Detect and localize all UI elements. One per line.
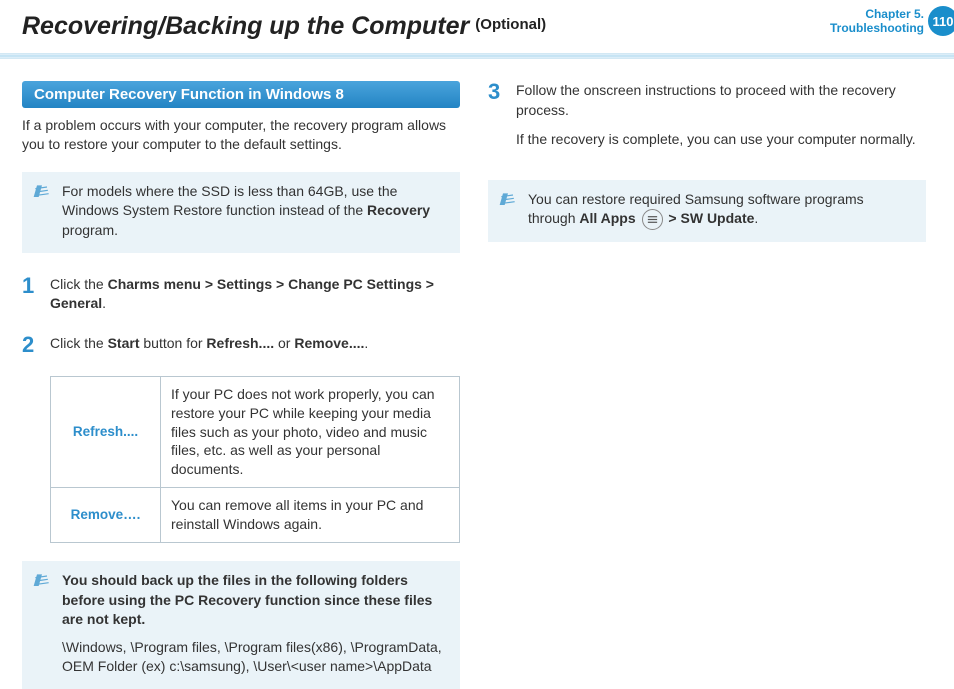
note-box-swupdate: You can restore required Samsung softwar… (488, 180, 926, 243)
note-backup-folders: \Windows, \Program files, \Program files… (62, 638, 446, 677)
note-icon (498, 190, 518, 208)
step2-remove: Remove.... (294, 335, 364, 351)
step2-refresh: Refresh.... (206, 335, 274, 351)
step1-sep1: > (201, 276, 217, 292)
table-row: Refresh.... If your PC does not work pro… (51, 376, 460, 487)
note-swupdate-body: You can restore required Samsung softwar… (528, 190, 912, 231)
left-column: Computer Recovery Function in Windows 8 … (22, 81, 460, 689)
table-remove-label: Remove…. (51, 488, 161, 543)
table-refresh-label: Refresh.... (51, 376, 161, 487)
chapter-line-1: Chapter 5. (830, 7, 924, 21)
note-ssd-suffix: program. (62, 222, 118, 238)
step2-end: . (364, 335, 368, 351)
step1-sep2: > (272, 276, 288, 292)
menu-lines-icon (642, 209, 663, 230)
note-backup-bold: You should back up the files in the foll… (62, 571, 446, 630)
step2-a: Click the (50, 335, 108, 351)
note-backup-body: You should back up the files in the foll… (62, 571, 446, 677)
note-icon (32, 182, 52, 200)
note-icon (32, 571, 52, 589)
right-column: 3 Follow the onscreen instructions to pr… (488, 81, 926, 689)
step-1-number: 1 (22, 275, 50, 314)
step1-charms: Charms menu (108, 276, 201, 292)
step1-end: . (102, 295, 106, 311)
step-1-body: Click the Charms menu > Settings > Chang… (50, 275, 460, 314)
step2-start: Start (108, 335, 140, 351)
step1-change: Change PC Settings (288, 276, 422, 292)
step1-a: Click the (50, 276, 108, 292)
step-3-number: 3 (488, 81, 516, 160)
content-area: Computer Recovery Function in Windows 8 … (0, 59, 954, 689)
section-heading: Computer Recovery Function in Windows 8 (22, 81, 460, 108)
step-2: 2 Click the Start button for Refresh....… (22, 334, 460, 356)
step3-p2: If the recovery is complete, you can use… (516, 130, 926, 150)
step1-general: General (50, 295, 102, 311)
step2-mid: button for (139, 335, 206, 351)
note-ssd-prefix: For models where the SSD is less than 64… (62, 183, 397, 219)
note3-sep: > (665, 211, 681, 227)
note-ssd-body: For models where the SSD is less than 64… (62, 182, 446, 241)
note3-allapps: All Apps (579, 211, 635, 227)
chapter-line-2: Troubleshooting (830, 21, 924, 35)
step3-p1: Follow the onscreen instructions to proc… (516, 81, 926, 120)
note-ssd-bold: Recovery (367, 202, 430, 218)
step-2-body: Click the Start button for Refresh.... o… (50, 334, 460, 356)
step1-sep3: > (422, 276, 434, 292)
note-box-backup: You should back up the files in the foll… (22, 561, 460, 689)
page-title: Recovering/Backing up the Computer (22, 12, 469, 41)
chapter-label: Chapter 5. Troubleshooting (830, 7, 924, 36)
step-3-body: Follow the onscreen instructions to proc… (516, 81, 926, 160)
page-number-badge: 110 (928, 6, 954, 36)
table-remove-desc: You can remove all items in your PC and … (161, 488, 460, 543)
table-row: Remove…. You can remove all items in you… (51, 488, 460, 543)
step1-settings: Settings (217, 276, 272, 292)
note-box-ssd: For models where the SSD is less than 64… (22, 172, 460, 253)
options-table: Refresh.... If your PC does not work pro… (50, 376, 460, 543)
note3-swupdate: SW Update (681, 211, 755, 227)
note3-end: . (754, 211, 758, 227)
intro-paragraph: If a problem occurs with your computer, … (22, 116, 460, 154)
page-header: Recovering/Backing up the Computer (Opti… (0, 0, 954, 49)
step-2-number: 2 (22, 334, 50, 356)
step2-or: or (274, 335, 294, 351)
table-refresh-desc: If your PC does not work properly, you c… (161, 376, 460, 487)
page-title-optional: (Optional) (475, 12, 546, 33)
step-1: 1 Click the Charms menu > Settings > Cha… (22, 275, 460, 314)
chapter-block: Chapter 5. Troubleshooting 110 (830, 6, 954, 36)
step-3: 3 Follow the onscreen instructions to pr… (488, 81, 926, 160)
